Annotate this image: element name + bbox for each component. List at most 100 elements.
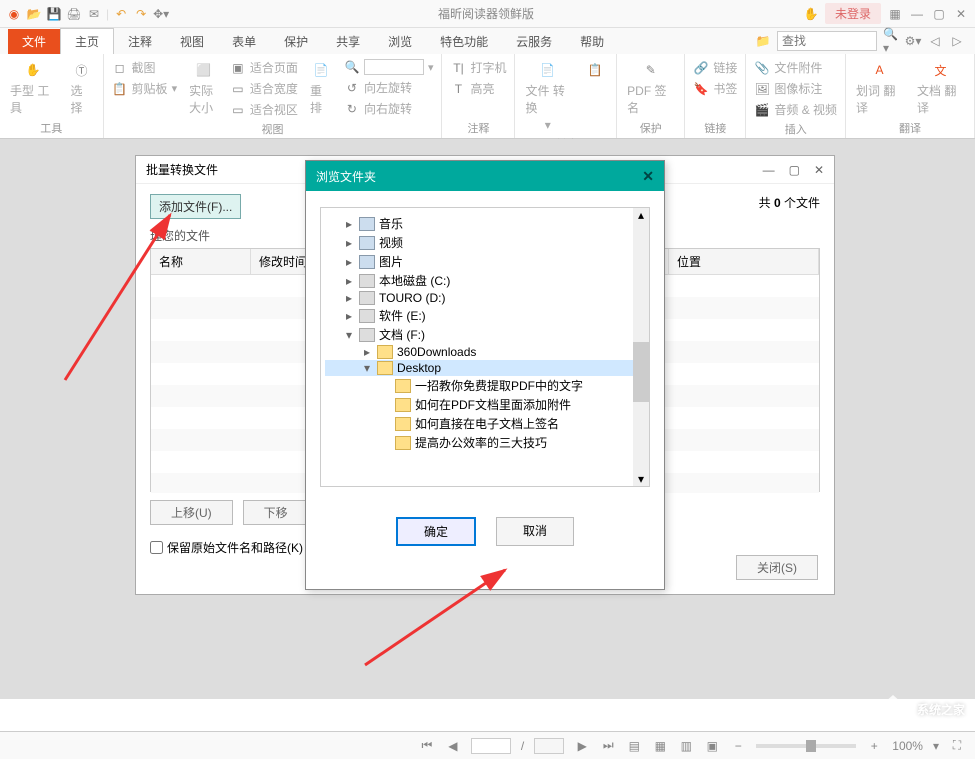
tab-file[interactable]: 文件 [8, 29, 60, 54]
actual-size-button[interactable]: ⬜实际 大小 [185, 58, 222, 118]
col-location[interactable]: 位置 [669, 249, 819, 274]
tree-item[interactable]: ▸360Downloads [325, 344, 645, 360]
tree-item[interactable]: ▸音乐 [325, 214, 645, 233]
blank-button[interactable]: 📋 [580, 58, 610, 82]
highlight-button[interactable]: T高亮 [448, 79, 508, 98]
mail-icon[interactable]: ✉ [86, 6, 102, 22]
open-icon[interactable]: 📂 [26, 6, 42, 22]
apps-icon[interactable]: ▦ [887, 6, 903, 22]
expander-icon[interactable]: ▸ [343, 236, 355, 250]
zoom-in-icon[interactable]: + [866, 738, 882, 754]
search-icon[interactable]: 🔍▾ [883, 33, 899, 49]
layout4-icon[interactable]: ▣ [704, 738, 720, 754]
nav-next-icon[interactable]: ▷ [949, 33, 965, 49]
minimize-icon[interactable]: — [909, 6, 925, 22]
batch-maximize-icon[interactable]: ▢ [789, 163, 800, 177]
tree-item[interactable]: ▸软件 (E:) [325, 306, 645, 325]
print-icon[interactable]: 🖨 [66, 6, 82, 22]
doc-translate-button[interactable]: 文文档 翻译 [913, 58, 968, 118]
move-down-button[interactable]: 下移 [243, 500, 309, 525]
bookmark-button[interactable]: 🔖书签 [691, 79, 739, 98]
nav-prev-icon[interactable]: ◁ [927, 33, 943, 49]
link-button[interactable]: 🔗链接 [691, 58, 739, 77]
maximize-icon[interactable]: ▢ [931, 6, 947, 22]
next-page-icon[interactable]: ▶ [574, 738, 590, 754]
rotate-left-button[interactable]: ↺向左旋转 [342, 78, 436, 97]
browse-close-icon[interactable]: ✕ [642, 168, 654, 185]
tree-item[interactable]: ▸本地磁盘 (C:) [325, 271, 645, 290]
first-page-icon[interactable]: ⏮ [419, 738, 435, 754]
prev-page-icon[interactable]: ◀ [445, 738, 461, 754]
expander-icon[interactable]: ▸ [343, 255, 355, 269]
tree-item[interactable]: 如何在PDF文档里面添加附件 [325, 395, 645, 414]
tree-item[interactable]: ▸图片 [325, 252, 645, 271]
expander-icon[interactable]: ▾ [343, 328, 355, 342]
tab-comment[interactable]: 注释 [114, 29, 166, 54]
last-page-icon[interactable]: ⏭ [600, 738, 616, 754]
expander-icon[interactable]: ▸ [343, 274, 355, 288]
typewriter-button[interactable]: T|打字机 [448, 58, 508, 77]
tab-cloud[interactable]: 云服务 [502, 29, 566, 54]
fit-width-button[interactable]: ▭适合宽度 [228, 79, 300, 98]
zoom-dropdown[interactable]: 🔍▾ [342, 58, 436, 76]
undo-icon[interactable]: ↶ [113, 6, 129, 22]
snapshot-button[interactable]: ◻截图 [110, 58, 180, 77]
rotate-right-button[interactable]: ↻向右旋转 [342, 99, 436, 118]
select-button[interactable]: Ⓣ选择 [67, 58, 97, 118]
clipboard-button[interactable]: 📋剪贴板▾ [110, 79, 180, 98]
fit-page-button[interactable]: ▣适合页面 [228, 58, 300, 77]
tab-feature[interactable]: 特色功能 [426, 29, 502, 54]
tab-view[interactable]: 视图 [166, 29, 218, 54]
reflow-button[interactable]: 📄重排 [306, 58, 336, 118]
fullscreen-icon[interactable]: ⛶ [949, 738, 965, 754]
tab-share[interactable]: 共享 [322, 29, 374, 54]
file-attach-button[interactable]: 📎文件附件 [752, 58, 839, 77]
close-icon[interactable]: ✕ [953, 6, 969, 22]
save-icon[interactable]: 💾 [46, 6, 62, 22]
hand-tool-button[interactable]: ✋手型 工具 [6, 58, 61, 118]
tree-item[interactable]: 一招教你免费提取PDF中的文字 [325, 376, 645, 395]
tree-item[interactable]: ▾文档 (F:) [325, 325, 645, 344]
zoom-out-icon[interactable]: − [730, 738, 746, 754]
expander-icon[interactable]: ▸ [343, 309, 355, 323]
expander-icon[interactable]: ▸ [361, 345, 373, 359]
tree-item[interactable]: ▸视频 [325, 233, 645, 252]
pdf-sign-button[interactable]: ✎PDF 签名 [623, 58, 678, 118]
zoom-slider[interactable] [756, 744, 856, 748]
tab-protect[interactable]: 保护 [270, 29, 322, 54]
tab-home[interactable]: 主页 [60, 28, 114, 54]
redo-icon[interactable]: ↷ [133, 6, 149, 22]
ok-button[interactable]: 确定 [396, 517, 476, 546]
cursor-icon[interactable]: ✥▾ [153, 6, 169, 22]
tree-scrollbar[interactable]: ▴ ▾ [633, 208, 649, 486]
image-annot-button[interactable]: 🖼图像标注 [752, 79, 839, 98]
tree-item[interactable]: 如何直接在电子文档上签名 [325, 414, 645, 433]
batch-close-button[interactable]: 关闭(S) [736, 555, 818, 580]
cancel-button[interactable]: 取消 [496, 517, 574, 546]
expander-icon[interactable]: ▸ [343, 217, 355, 231]
word-translate-button[interactable]: A划词 翻译 [852, 58, 907, 118]
tree-item[interactable]: 提高办公效率的三大技巧 [325, 433, 645, 452]
gear-icon[interactable]: ⚙▾ [905, 33, 921, 49]
layout2-icon[interactable]: ▦ [652, 738, 668, 754]
fit-visible-button[interactable]: ▭适合视区 [228, 100, 300, 119]
tab-form[interactable]: 表单 [218, 29, 270, 54]
tab-help[interactable]: 帮助 [566, 29, 618, 54]
folder-tree[interactable]: ▸音乐▸视频▸图片▸本地磁盘 (C:)▸TOURO (D:)▸软件 (E:)▾文… [320, 207, 650, 487]
batch-minimize-icon[interactable]: — [763, 163, 775, 177]
expander-icon[interactable]: ▾ [361, 361, 373, 375]
login-badge[interactable]: 未登录 [825, 3, 881, 24]
tab-browse[interactable]: 浏览 [374, 29, 426, 54]
page-input[interactable] [471, 738, 511, 754]
audio-video-button[interactable]: 🎬音频 & 视频 [752, 100, 839, 119]
folder-search-icon[interactable]: 📁 [755, 33, 771, 49]
keep-path-checkbox[interactable] [150, 541, 163, 554]
file-convert-button[interactable]: 📄文件 转换▾ [521, 58, 574, 134]
search-input[interactable] [777, 31, 877, 51]
layout3-icon[interactable]: ▥ [678, 738, 694, 754]
tree-item[interactable]: ▾Desktop [325, 360, 645, 376]
expander-icon[interactable]: ▸ [343, 291, 355, 305]
batch-close-icon[interactable]: ✕ [814, 163, 824, 177]
move-up-button[interactable]: 上移(U) [150, 500, 233, 525]
layout1-icon[interactable]: ▤ [626, 738, 642, 754]
